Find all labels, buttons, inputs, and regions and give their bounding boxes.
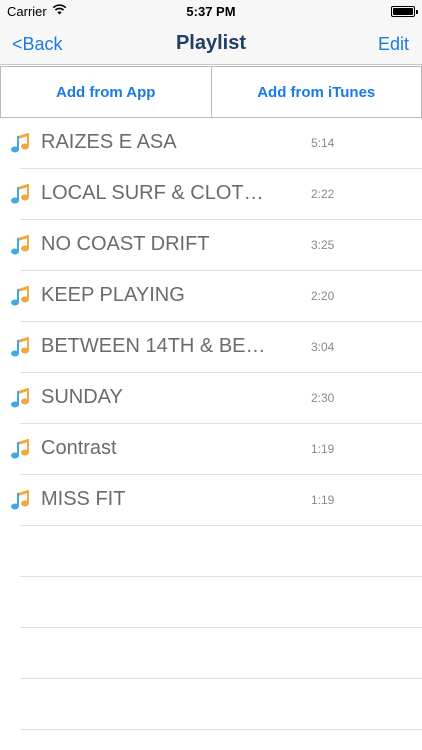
track-duration: 1:19 — [311, 442, 335, 456]
empty-row — [0, 628, 422, 679]
music-note-icon — [11, 184, 29, 204]
music-note-icon — [11, 337, 29, 357]
track-row[interactable]: KEEP PLAYING 2:20 — [0, 271, 422, 322]
music-note-icon — [11, 286, 29, 306]
track-title: SUNDAY — [41, 386, 123, 408]
track-title: RAIZES E ASA — [41, 131, 177, 153]
playlist-track-list: RAIZES E ASA 5:14 LOCAL SURF & CLOT… 2:2… — [0, 118, 422, 730]
track-row[interactable]: BETWEEN 14TH & BE… 3:04 — [0, 322, 422, 373]
track-title: NO COAST DRIFT — [41, 233, 210, 255]
battery-icon — [391, 6, 418, 17]
track-duration: 5:14 — [311, 136, 335, 150]
music-note-icon — [11, 439, 29, 459]
track-duration: 2:20 — [311, 289, 335, 303]
track-row[interactable]: LOCAL SURF & CLOT… 2:22 — [0, 169, 422, 220]
track-duration: 1:19 — [311, 493, 335, 507]
track-row[interactable]: Contrast 1:19 — [0, 424, 422, 475]
status-time: 5:37 PM — [186, 4, 236, 19]
navigation-bar: <Back Playlist Edit — [0, 24, 422, 65]
music-note-icon — [11, 133, 29, 153]
empty-row — [0, 526, 422, 577]
empty-row — [0, 577, 422, 628]
track-title: MISS FIT — [41, 488, 126, 510]
track-title: KEEP PLAYING — [41, 284, 185, 306]
track-duration: 3:25 — [311, 238, 335, 252]
add-from-app-button[interactable]: Add from App — [1, 67, 211, 117]
track-row[interactable]: MISS FIT 1:19 — [0, 475, 422, 526]
status-bar: Carrier 5:37 PM — [0, 0, 422, 24]
music-note-icon — [11, 490, 29, 510]
page-title: Playlist — [175, 32, 247, 54]
track-row[interactable]: RAIZES E ASA 5:14 — [0, 118, 422, 169]
track-row[interactable]: NO COAST DRIFT 3:25 — [0, 220, 422, 271]
track-duration: 2:22 — [311, 187, 335, 201]
track-duration: 3:04 — [311, 340, 335, 354]
track-title: BETWEEN 14TH & BE… — [41, 335, 266, 357]
track-title: LOCAL SURF & CLOT… — [41, 182, 264, 204]
row-divider — [20, 729, 422, 730]
music-note-icon — [11, 388, 29, 408]
edit-button[interactable]: Edit — [378, 34, 409, 55]
add-from-itunes-button[interactable]: Add from iTunes — [210, 67, 422, 117]
music-note-icon — [11, 235, 29, 255]
track-duration: 2:30 — [311, 391, 335, 405]
track-title: Contrast — [41, 437, 117, 459]
empty-row — [0, 679, 422, 730]
add-source-bar: Add from App Add from iTunes — [0, 66, 422, 118]
track-row[interactable]: SUNDAY 2:30 — [0, 373, 422, 424]
